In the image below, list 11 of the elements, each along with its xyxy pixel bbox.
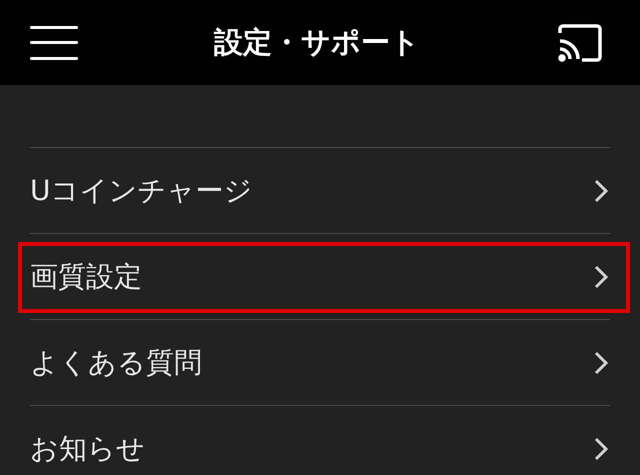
menu-item-label[interactable]: Uコインチャージ bbox=[30, 170, 252, 212]
header-title: 設定・サポート bbox=[214, 24, 420, 61]
menu-item-label[interactable]: お知らせ bbox=[30, 428, 145, 470]
menu-item-label[interactable]: 画質設定 bbox=[30, 256, 142, 298]
menu-item-label[interactable]: よくある質問 bbox=[30, 342, 202, 384]
chevron-icon bbox=[594, 264, 608, 288]
chevron-icon bbox=[594, 178, 608, 202]
chevron-icon bbox=[594, 436, 608, 460]
menu-icon[interactable] bbox=[30, 26, 78, 60]
chevron-icon bbox=[594, 350, 608, 374]
cast-icon[interactable] bbox=[556, 22, 604, 62]
